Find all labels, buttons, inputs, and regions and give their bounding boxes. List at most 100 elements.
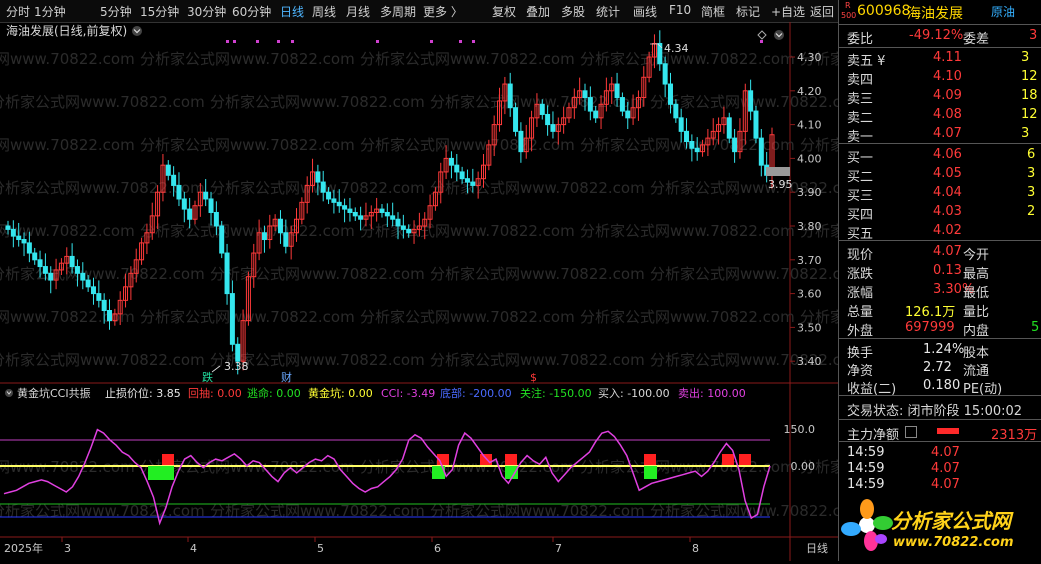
bid-row: 买四 4.03 2 [839,203,1041,223]
tick-time: 14:59 [847,445,885,460]
candle-body [101,299,107,311]
y-tick-label: 4.20 [797,85,822,98]
stat-row: 总量 126.1万 量比 [839,300,1041,320]
y-tick-label: 3.60 [797,288,822,301]
back-button[interactable]: 返回 [810,3,834,20]
tab-60min[interactable]: 60分钟 [232,3,271,20]
signal-block [722,454,734,465]
y-tick-label: 4.00 [797,152,822,165]
bid-price: 4.02 [933,223,962,238]
stats-button[interactable]: 统计 [596,3,620,20]
candle-body [689,141,695,149]
candle-body [165,164,171,176]
huichou-value: 回抽: 0.00 [188,386,242,400]
candle-body [10,228,16,237]
ask-row: 卖四 4.10 12 [839,68,1041,88]
tab-multi-period[interactable]: 多周期 [380,3,416,20]
watermark-text: 分析家公式网www.70822.com [210,93,425,111]
x-axis-period: 日线 [806,541,828,555]
signal-block [480,454,492,465]
index-badge: 500 [841,11,857,20]
ind-ytick: 150.0 [784,423,816,436]
bid-label: 买二 [847,170,874,185]
taoming-value: 逃命: 0.00 [247,386,301,400]
y-tick-label: 3.50 [797,321,822,334]
candle-body [352,211,358,217]
watermark-text: 分析家公式网www.70822.com [580,308,795,326]
candle-body [395,218,401,227]
bid-volume: 2 [1027,204,1036,219]
chart-area[interactable]: 分析家公式网www.70822.com 分析家公式网www.70822.com 分析… [0,22,1015,561]
tab-monthly[interactable]: 月线 [346,3,370,20]
candle-body [454,164,460,173]
candle-body [347,208,353,213]
candle-body [753,110,759,139]
candle-body [470,181,476,186]
multi-stock-button[interactable]: 多股 [561,3,585,20]
bid-label: 买三 [847,189,874,204]
kline-chart[interactable]: 分析家公式网www.70822.com 分析家公式网www.70822.com 分析… [0,22,1015,561]
tab-5min[interactable]: 5分钟 [100,3,132,20]
chevron-down-icon[interactable] [132,26,142,36]
stock-code: 600968 [857,3,911,19]
mark-button[interactable]: 标记 [736,3,760,20]
stat-value: 1.24% [923,342,965,357]
candle-body [331,198,337,203]
simple-frame-button[interactable]: 简框 [701,3,725,20]
draw-line-button[interactable]: 画线 [633,3,657,20]
stock-name: 海油发展 [907,6,963,22]
signal-block [739,454,751,465]
candle-body [277,218,283,234]
candle-body [694,147,700,153]
tab-more[interactable]: 更多 〉 [423,3,463,20]
bid-price: 4.03 [933,204,962,219]
overlay-button[interactable]: 叠加 [526,3,550,20]
candle-body [85,279,91,288]
watermark-text: 分析家公式网www.70822.com [0,93,205,111]
ask-volume: 12 [1021,69,1038,84]
watermark-text: 分析家公式网www.70822.com [140,222,355,240]
candle-body [181,198,187,210]
sector-tag[interactable]: 原油 [991,3,1015,20]
stat-row: 换手 1.24% 股本 [839,341,1041,361]
tab-1min[interactable]: 1分钟 [34,3,66,20]
dibu-value: 底部: -200.00 [440,386,512,400]
tick-time: 14:59 [847,477,885,492]
tab-weekly[interactable]: 周线 [312,3,336,20]
tab-30min[interactable]: 30分钟 [187,3,226,20]
stat-value: 697999 [905,320,955,335]
maichu-value: 卖出: 100.00 [678,386,746,400]
candle-body [235,343,241,362]
tick-price: 4.07 [931,445,960,460]
ask-volume: 3 [1021,126,1030,141]
cai-marker: 财 [281,370,292,384]
bid-row: 买五 4.02 [839,222,1041,242]
x-label: 5 [317,542,324,555]
cci-value: CCI: -3.49 [381,387,435,400]
stat-value: 0.180 [923,378,961,393]
guanzhu-value: 关注: -150.00 [520,386,592,400]
f10-button[interactable]: F10 [669,3,691,17]
chevron-down-icon[interactable] [774,30,784,40]
candle-body [684,130,690,143]
settings-diamond-icon[interactable] [757,30,767,40]
fuquan-button[interactable]: 复权 [492,3,516,20]
tab-15min[interactable]: 15分钟 [140,3,179,20]
tab-fenshi[interactable]: 分时 [6,3,30,20]
signal-block [162,454,174,465]
stat-row: 现价 4.07 今开 [839,243,1041,263]
x-label: 3 [64,542,71,555]
watermark-text: 分析家公式网www.70822.com [140,308,355,326]
add-favorite-button[interactable]: +自选 [771,3,805,20]
weibi-row: 委比 -49.12% 委差 3 [847,28,1038,47]
signal-block [505,454,517,465]
last-price-label: 3.95 [768,178,793,191]
candle-body [587,97,593,112]
bid-price: 4.04 [933,185,962,200]
ind-ytick: 0.00 [791,460,816,473]
tab-daily[interactable]: 日线 [280,3,304,20]
candle-body [406,228,412,234]
candle-body [107,310,113,322]
candle-body [320,181,326,193]
candle-body [90,286,96,295]
